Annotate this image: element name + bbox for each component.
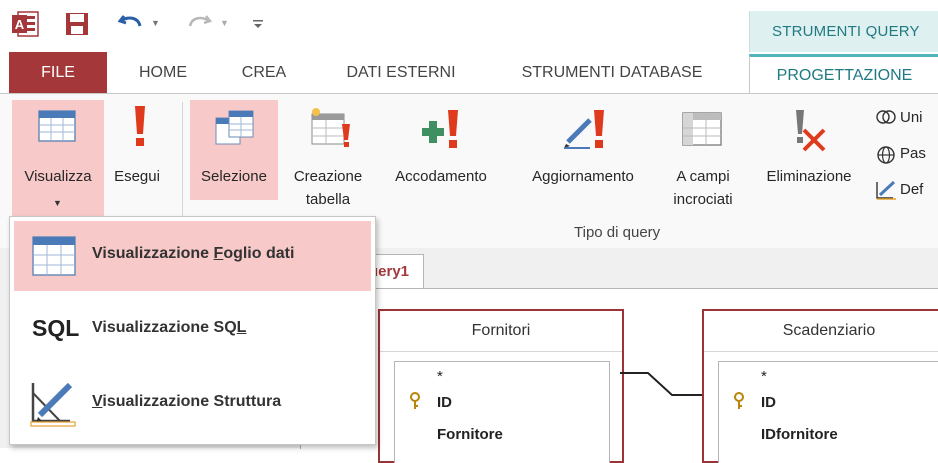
field-all[interactable]: * (761, 368, 767, 385)
make-table-button[interactable]: Creazione tabella (280, 100, 376, 220)
table-scadenziario[interactable]: Scadenziario * ID IDfornitore (702, 309, 938, 463)
quick-access-toolbar: A ▼ ▼ STRUMENTI QUERY (0, 0, 938, 53)
select-query-label: Selezione (201, 168, 267, 185)
query-type-group-label: Tipo di query (574, 224, 661, 241)
union-button[interactable]: Uni (872, 108, 938, 130)
tab-home[interactable]: HOME (122, 52, 204, 93)
crosstab-label-2: incrociati (673, 191, 733, 208)
make-table-label-1: Creazione (293, 168, 363, 185)
run-button[interactable]: Esegui (104, 100, 176, 200)
update-icon (560, 106, 610, 154)
table-title: Scadenziario (704, 311, 938, 352)
field-id[interactable]: ID (761, 394, 776, 411)
menu-item-label: Visualizzazione Foglio dati (92, 245, 295, 262)
access-icon: A (12, 10, 40, 38)
field-id[interactable]: ID (437, 394, 452, 411)
field-all[interactable]: * (437, 368, 443, 385)
design-view-icon (30, 379, 78, 432)
globe-icon (876, 145, 896, 169)
crosstab-icon (682, 112, 722, 150)
tab-file[interactable]: FILE (9, 52, 107, 93)
exclamation-icon (130, 104, 150, 152)
select-query-button[interactable]: Selezione (190, 100, 278, 200)
customize-qat-icon[interactable] (252, 17, 264, 29)
tab-strumenti-database[interactable]: STRUMENTI DATABASE (492, 52, 732, 93)
undo-icon[interactable] (117, 12, 144, 34)
crosstab-button[interactable]: A campi incrociati (658, 100, 748, 220)
delete-icon (790, 106, 830, 156)
pass-through-button[interactable]: Pas (872, 144, 938, 166)
tab-crea[interactable]: CREA (226, 52, 302, 93)
chevron-down-icon: ▼ (53, 198, 62, 208)
make-table-label-2: tabella (305, 191, 351, 208)
view-button[interactable]: Visualizza ▼ (12, 100, 104, 220)
menu-item-design-view[interactable]: Visualizzazione Struttura (14, 369, 371, 439)
tab-progettazione[interactable]: PROGETTAZIONE (749, 54, 938, 97)
append-label: Accodamento (395, 168, 487, 185)
update-button[interactable]: Aggiornamento (508, 100, 658, 200)
field-idfornitore[interactable]: IDfornitore (761, 426, 838, 443)
pass-through-label: Pas (900, 145, 926, 162)
svg-text:A: A (15, 17, 25, 32)
menu-item-label: Visualizzazione Struttura (92, 393, 282, 410)
table-title: Fornitori (380, 311, 622, 352)
make-table-icon (308, 106, 352, 152)
redo-dropdown-icon[interactable]: ▼ (220, 18, 229, 28)
field-fornitore[interactable]: Fornitore (437, 426, 503, 443)
menu-item-label: Visualizzazione SQL (92, 319, 247, 336)
context-title-label: STRUMENTI QUERY (772, 23, 920, 40)
append-button[interactable]: Accodamento (376, 100, 506, 200)
datasheet-view-icon (38, 110, 76, 146)
run-button-label: Esegui (114, 168, 160, 185)
key-icon (733, 392, 745, 415)
query-design-canvas[interactable]: Fornitori * ID Fornitore Scadenziario * (300, 288, 938, 463)
select-query-icon (215, 110, 255, 150)
data-definition-label: Def (900, 181, 924, 198)
menu-item-datasheet-view[interactable]: Visualizzazione Foglio dati (14, 221, 371, 291)
tab-dati-esterni[interactable]: DATI ESTERNI (322, 52, 480, 93)
view-dropdown-menu: Visualizzazione Foglio dati SQL Visualiz… (9, 216, 376, 445)
table-fornitori[interactable]: Fornitori * ID Fornitore (378, 309, 624, 463)
data-definition-icon (876, 180, 898, 204)
delete-button[interactable]: Eliminazione (750, 100, 868, 200)
union-label: Uni (900, 109, 923, 126)
key-icon (409, 392, 421, 415)
ribbon-separator (182, 102, 183, 232)
union-icon (876, 109, 896, 129)
datasheet-view-icon (32, 236, 76, 281)
menu-item-sql-view[interactable]: SQL Visualizzazione SQL (14, 295, 371, 365)
relationship-line[interactable] (620, 369, 702, 399)
crosstab-label-1: A campi (676, 168, 730, 185)
undo-dropdown-icon[interactable]: ▼ (151, 18, 160, 28)
view-button-label: Visualizza (24, 168, 92, 185)
update-label: Aggiornamento (532, 168, 634, 185)
data-definition-button[interactable]: Def (872, 180, 938, 202)
save-icon[interactable] (64, 11, 90, 37)
redo-icon[interactable] (186, 12, 213, 34)
delete-label: Eliminazione (766, 168, 852, 185)
ribbon-tabs: FILE HOME CREA DATI ESTERNI STRUMENTI DA… (0, 52, 938, 97)
append-icon (418, 106, 464, 154)
context-title: STRUMENTI QUERY (749, 11, 938, 52)
sql-icon: SQL (32, 315, 80, 341)
